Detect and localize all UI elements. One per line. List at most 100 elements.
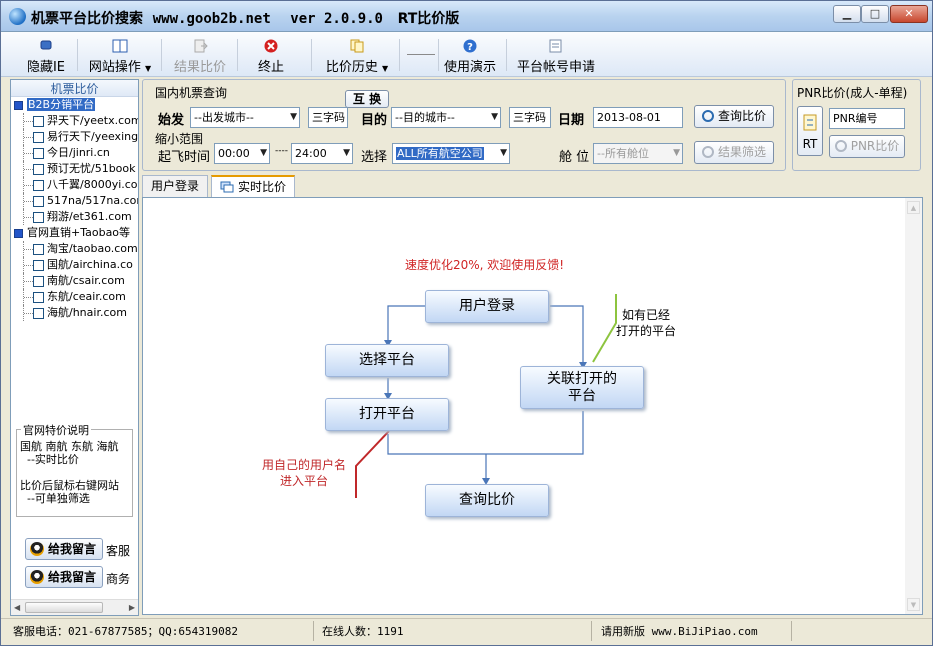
maximize-button[interactable]: □ [861, 5, 889, 23]
toolbar-divider [506, 39, 507, 71]
dest-code-field[interactable]: 三字码 [509, 107, 551, 128]
cabin-select[interactable]: --所有舱位 ▼ [593, 143, 683, 164]
apply-account-button[interactable]: 平台帐号申请 [511, 36, 601, 75]
platform-checkbox[interactable] [33, 116, 44, 127]
service-message-button[interactable]: 给我留言 [25, 538, 103, 560]
platform-checkbox[interactable] [33, 196, 44, 207]
platform-checkbox[interactable] [33, 148, 44, 159]
pnr-compare-button[interactable]: PNR比价 [829, 135, 905, 158]
tree-line [23, 145, 33, 161]
airline-select[interactable]: ALL所有航空公司 ▼ [392, 143, 510, 164]
scroll-thumb[interactable] [25, 602, 103, 613]
title-edition: RT比价版 [397, 11, 460, 27]
rt-button[interactable]: RT [797, 106, 823, 156]
platform-checkbox[interactable] [33, 164, 44, 175]
platform-item[interactable]: 翔游/et361.com [11, 209, 138, 225]
platform-group[interactable]: B2B分销平台 [11, 97, 138, 113]
vertical-scrollbar[interactable]: ▲ ▼ [905, 198, 922, 614]
toolbar-divider [161, 39, 162, 71]
time-from-select[interactable]: 00:00 ▼ [214, 143, 270, 164]
compare-result-button[interactable]: 结果比价 [167, 36, 233, 75]
platform-tree: B2B分销平台 羿天下/yeetx.com 易行天下/yeexing 今日/jinri… [11, 97, 138, 321]
scroll-left-icon[interactable]: ◀ [14, 603, 20, 612]
narrow-range-label: 缩小范围 [155, 132, 204, 146]
dropdown-arrow-icon: ▼ [290, 112, 297, 122]
dropdown-arrow-icon: ▼ [343, 148, 350, 158]
app-icon [9, 8, 26, 25]
platform-item[interactable]: 预订无忧/51book [11, 161, 138, 177]
platform-checkbox[interactable] [33, 180, 44, 191]
site-ops-button[interactable]: 网站操作 ▼ [83, 36, 157, 75]
scroll-down-icon[interactable]: ▼ [907, 598, 920, 611]
filter-result-button[interactable]: 结果筛选 [694, 141, 774, 164]
tree-line [23, 241, 33, 257]
platform-checkbox[interactable] [33, 276, 44, 287]
terminate-button[interactable]: 终止 [247, 36, 295, 75]
business-message-button[interactable]: 给我留言 [25, 566, 103, 588]
platform-checkbox[interactable] [33, 308, 44, 319]
search-compare-button[interactable]: 查询比价 [694, 105, 774, 128]
tab-realtime[interactable]: 实时比价 [211, 175, 296, 198]
platform-item[interactable]: 东航/ceair.com [11, 289, 138, 305]
minimize-button[interactable]: ▁ [833, 5, 861, 23]
tree-line [23, 129, 33, 145]
tree-line [23, 257, 33, 273]
dest-select[interactable]: --目的城市-- ▼ [391, 107, 501, 128]
time-to-select[interactable]: 24:00 ▼ [291, 143, 353, 164]
scroll-right-icon[interactable]: ▶ [129, 603, 135, 612]
platform-checkbox[interactable] [33, 212, 44, 223]
group-checkbox[interactable] [14, 101, 23, 110]
dropdown-arrow-icon: ▼ [382, 64, 389, 73]
tree-line [23, 209, 33, 225]
platform-group[interactable]: 官网直销+Taobao等 [11, 225, 138, 241]
platform-checkbox[interactable] [33, 260, 44, 271]
group-checkbox[interactable] [14, 229, 23, 238]
pnr-input[interactable]: PNR编号 [829, 108, 905, 129]
tree-line [23, 113, 33, 129]
flow-node-query: 查询比价 [425, 484, 549, 517]
origin-select[interactable]: --出发城市-- ▼ [190, 107, 300, 128]
business-label: 商务 [106, 572, 131, 586]
title-bar[interactable]: 机票平台比价搜索 www.goob2b.net ver 2.0.9.0 RT比价… [1, 1, 932, 32]
tab-login[interactable]: 用户登录 [142, 175, 209, 197]
scroll-up-icon[interactable]: ▲ [907, 201, 920, 214]
platform-item[interactable]: 海航/hnair.com [11, 305, 138, 321]
annotation-left: 用自己的用户名 进入平台 [262, 458, 347, 488]
platform-checkbox[interactable] [33, 244, 44, 255]
platform-item[interactable]: 国航/airchina.co [11, 257, 138, 273]
annotation-right: 如有已经 打开的平台 [616, 308, 677, 338]
dest-label: 目的 [361, 113, 388, 128]
departure-time-label: 起飞时间 [158, 150, 211, 165]
demo-button[interactable]: ? 使用演示 [441, 36, 499, 75]
platform-item[interactable]: 羿天下/yeetx.com [11, 113, 138, 129]
dropdown-arrow-icon: ▼ [491, 112, 498, 122]
dropdown-arrow-icon: ▼ [260, 148, 267, 158]
platform-item[interactable]: 易行天下/yeexing [11, 129, 138, 145]
platform-item[interactable]: 淘宝/taobao.com [11, 241, 138, 257]
monitor-icon [38, 39, 54, 53]
close-button[interactable]: ✕ [890, 5, 928, 23]
platform-item[interactable]: 517na/517na.com [11, 193, 138, 209]
dropdown-arrow-icon: ▼ [500, 148, 507, 158]
toolbar-divider [399, 39, 400, 71]
status-divider [791, 621, 792, 641]
platform-checkbox[interactable] [33, 132, 44, 143]
toolbar-divider [311, 39, 312, 71]
platform-checkbox[interactable] [33, 292, 44, 303]
toolbar-divider [438, 39, 439, 71]
tree-line [23, 289, 33, 305]
horizontal-scrollbar[interactable]: ◀ ▶ [11, 599, 138, 615]
origin-code-field[interactable]: 三字码 [308, 107, 348, 128]
swap-button[interactable]: 互 换 [345, 90, 389, 108]
platform-item[interactable]: 八千翼/8000yi.co [11, 177, 138, 193]
date-field[interactable]: 2013-08-01 [593, 107, 683, 128]
note-body: 国航 南航 东航 海航 --实时比价 比价后鼠标右键网站 --可单独筛选 [20, 440, 119, 505]
toolbar-divider [77, 39, 78, 71]
hide-ie-button[interactable]: 隐藏IE [19, 36, 73, 75]
book-icon [112, 39, 128, 53]
platform-item[interactable]: 今日/jinri.cn [11, 145, 138, 161]
history-button[interactable]: 比价历史 ▼ [319, 36, 395, 75]
status-new-version[interactable]: 请用新版 www.BiJiPiao.com [601, 623, 758, 639]
platform-item[interactable]: 南航/csair.com [11, 273, 138, 289]
tree-line [23, 273, 33, 289]
